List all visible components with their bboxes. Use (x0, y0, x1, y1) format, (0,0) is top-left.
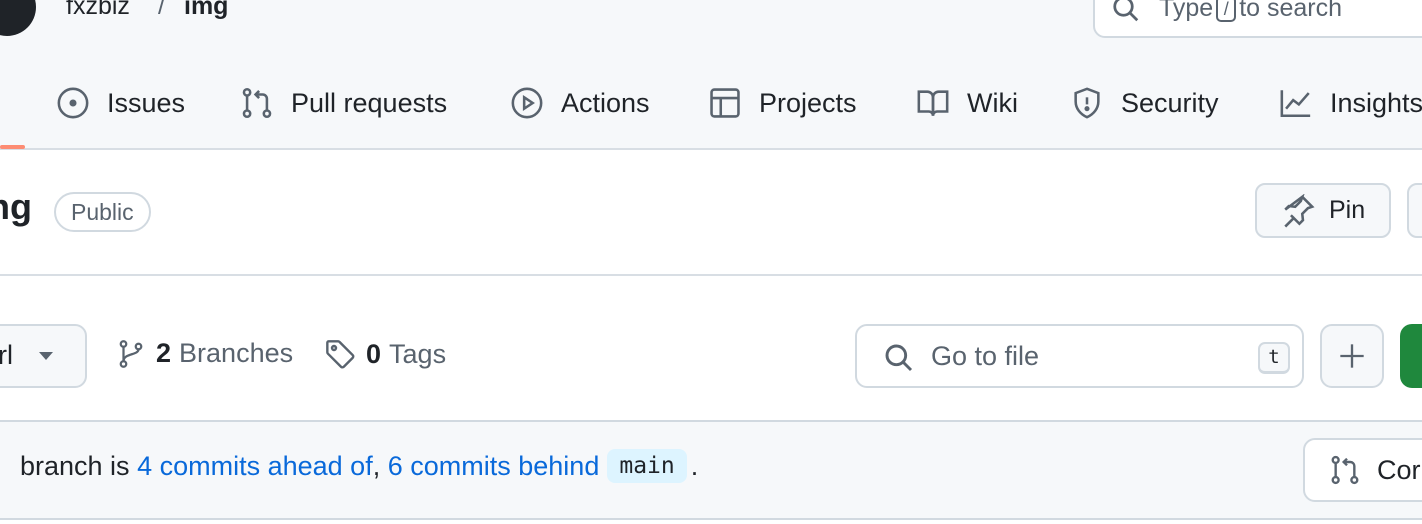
tab-pull-requests[interactable]: Pull requests (240, 76, 447, 130)
watch-button[interactable] (1407, 183, 1422, 238)
contribute-button-label: Cor (1377, 454, 1421, 485)
code-button[interactable] (1400, 324, 1422, 388)
go-to-file-shortcut: t (1258, 342, 1290, 374)
branches-count: 2 (156, 338, 172, 368)
tab-actions[interactable]: Actions (510, 76, 650, 130)
branches-label: Branches (179, 338, 294, 368)
search-shortcut-key: / (1216, 0, 1237, 23)
tab-wiki[interactable]: Wiki (916, 76, 1018, 130)
tab-code-label: e (0, 88, 1, 119)
tab-security[interactable]: Security (1070, 76, 1219, 130)
commits-ahead-link[interactable]: 4 commits ahead of (137, 451, 373, 482)
branches-link[interactable]: 2 Branches (116, 338, 293, 369)
tab-projects-label: Projects (759, 87, 857, 118)
commits-behind-link[interactable]: 6 commits behind (388, 451, 600, 482)
table-icon (710, 88, 740, 118)
repo-title[interactable]: ng (0, 186, 32, 228)
breadcrumb-repo[interactable]: img (184, 0, 228, 21)
pin-icon (1284, 193, 1315, 227)
breadcrumb-separator: / (158, 0, 165, 20)
repo-header: fxzbiz / img Type/to search e Issues Pul… (0, 0, 1422, 150)
tab-pull-requests-label: Pull requests (291, 87, 448, 118)
tab-wiki-label: Wiki (967, 87, 1018, 118)
pin-button[interactable]: Pin (1255, 183, 1391, 238)
tab-insights[interactable]: Insights (1279, 76, 1422, 130)
tags-label: Tags (389, 338, 447, 369)
selected-tab-underline (0, 145, 25, 149)
tab-issues[interactable]: Issues (56, 76, 185, 130)
base-branch-name: main (607, 449, 687, 483)
global-search-input[interactable]: Type / to search (1093, 0, 1422, 38)
breadcrumb-owner[interactable]: fxzbiz (66, 0, 130, 21)
compare-prefix: branch is (20, 450, 130, 481)
graph-icon (1280, 90, 1311, 118)
tab-insights-label: Insights (1330, 87, 1422, 118)
contribute-button[interactable]: Cor (1303, 438, 1422, 502)
visibility-badge: Public (54, 192, 151, 232)
search-icon (1113, 0, 1139, 22)
tags-link[interactable]: 0 Tags (324, 338, 446, 370)
tab-code[interactable]: e (0, 76, 1, 130)
go-to-file-placeholder: Go to file (931, 341, 1040, 371)
git-pull-request-icon (242, 87, 272, 119)
git-pull-request-icon (1331, 455, 1359, 485)
compare-comma: , (372, 450, 381, 481)
tab-projects[interactable]: Projects (708, 76, 857, 130)
compare-period: . (690, 450, 699, 481)
tags-count: 0 (366, 338, 382, 369)
tab-actions-label: Actions (561, 87, 650, 118)
branch-selector[interactable]: rl (0, 324, 87, 388)
play-icon (511, 87, 543, 119)
git-branch-icon (119, 339, 143, 368)
add-file-button[interactable] (1320, 324, 1384, 388)
triangle-down-icon (39, 352, 53, 360)
go-to-file-input[interactable]: Go to file t (855, 324, 1304, 388)
pin-button-label: Pin (1329, 196, 1366, 224)
tab-issues-label: Issues (107, 87, 186, 118)
search-icon (885, 344, 913, 372)
github-logo-icon[interactable] (0, 0, 36, 36)
book-icon (917, 90, 949, 116)
plus-icon (1340, 344, 1364, 368)
search-placeholder: Type / to search (1159, 0, 1342, 23)
issue-opened-icon (57, 87, 89, 119)
tab-security-label: Security (1121, 87, 1219, 118)
branch-selector-label: rl (0, 340, 13, 370)
repo-nav-tabs: e Issues Pull requests Actions Projects … (0, 76, 1422, 130)
branch-compare-text: branch is 4 commits ahead of, 6 commits … (20, 449, 698, 483)
tag-icon (326, 340, 355, 369)
repo-title-row: ng Public Pin (0, 150, 1422, 276)
shield-icon (1074, 87, 1100, 119)
